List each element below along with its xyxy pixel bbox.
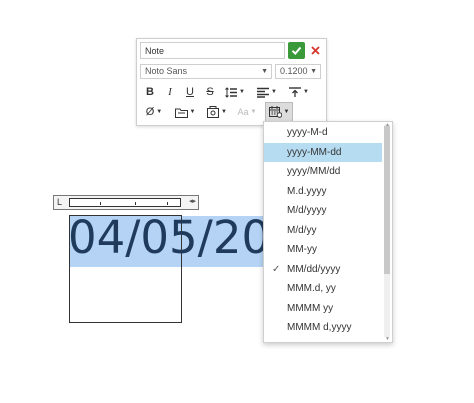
font-family-select[interactable]: Noto Sans ▼ — [140, 64, 272, 79]
date-format-button[interactable]: ▼ — [265, 102, 293, 122]
folder-icon — [174, 108, 188, 118]
strikethrough-button[interactable]: S — [203, 84, 217, 100]
confirm-button[interactable] — [288, 42, 305, 59]
underline-icon: U — [186, 86, 194, 98]
date-format-option[interactable]: M.d.yyyy — [264, 182, 382, 201]
italic-icon: I — [168, 86, 172, 98]
chevron-down-icon: ▼ — [189, 109, 196, 115]
date-format-option[interactable]: yyyy-M-d — [264, 123, 382, 142]
date-format-option[interactable]: yyyy-MM-dd — [264, 142, 382, 162]
chevron-down-icon: ▼ — [239, 89, 245, 95]
font-size-value: 0.1200 — [280, 66, 308, 76]
ruler-tick — [167, 202, 168, 205]
ruler-tick — [135, 202, 136, 205]
tab-stop-selector[interactable]: L — [57, 198, 67, 207]
date-format-option-label: MM/dd/yyyy — [287, 263, 341, 275]
no-fill-button[interactable]: Ø ▼ — [143, 104, 165, 120]
date-format-option-label: MMM.d, yy — [287, 283, 336, 294]
date-format-option-label: yyyy-MM-dd — [287, 146, 342, 158]
date-format-option[interactable]: ✓ MM/dd/yyyy — [264, 260, 382, 279]
date-format-option-label: yyyy-M-d — [287, 127, 328, 138]
text-edit-toolbar: Note Noto Sans ▼ 0.1200 ▼ B I U S ▼ ▼ ▼ … — [136, 38, 327, 126]
chevron-down-icon: ▼ — [310, 68, 317, 75]
date-format-option[interactable]: MMMM d,yyyy — [264, 318, 382, 337]
date-format-dropdown[interactable]: yyyy-M-d yyyy-MM-dd yyyy/MM/dd M.d.yyyy M/d/… — [263, 121, 393, 343]
calendar-icon — [268, 106, 282, 118]
chevron-down-icon: ▼ — [250, 109, 257, 115]
ruler-scroll-arrows[interactable]: ◂▸ — [189, 197, 196, 205]
date-format-option[interactable]: yyyy/MM/dd — [264, 162, 382, 181]
align-left-icon — [257, 87, 270, 98]
attribute-icon — [207, 106, 220, 118]
date-format-option[interactable]: M/d/yyyy — [264, 201, 382, 220]
scroll-down-icon[interactable]: ▼ — [385, 336, 390, 342]
date-format-option[interactable]: MMM.d, yy — [264, 279, 382, 298]
no-fill-icon: Ø — [145, 106, 155, 118]
scrollbar-thumb[interactable] — [384, 126, 390, 274]
chevron-down-icon: ▼ — [271, 89, 277, 95]
note-name-field[interactable]: Note — [140, 42, 285, 59]
date-format-option-label: MMMM d,yyyy — [287, 322, 352, 333]
bold-button[interactable]: B — [143, 84, 157, 100]
scroll-up-icon[interactable]: ▲ — [385, 122, 390, 128]
date-field-text[interactable]: 04/05/2019 — [68, 210, 268, 270]
chevron-down-icon: ▼ — [221, 109, 227, 115]
checkmark-icon — [291, 46, 302, 55]
chevron-down-icon: ▼ — [261, 68, 268, 75]
strikethrough-icon: S — [206, 86, 214, 98]
date-format-option-label: M/d/yy — [287, 224, 317, 236]
chevron-down-icon: ▼ — [156, 109, 163, 115]
ruler-track[interactable] — [69, 198, 181, 207]
bold-icon: B — [146, 86, 154, 98]
insert-field-button[interactable]: ▼ — [173, 104, 197, 120]
underline-button[interactable]: U — [183, 84, 197, 100]
text-ruler[interactable]: L ◂▸ — [53, 195, 199, 210]
italic-button[interactable]: I — [163, 84, 177, 100]
date-format-option-label: yyyy/MM/dd — [287, 166, 341, 177]
date-format-option-label: MM-yy — [287, 244, 317, 255]
align-button[interactable]: ▼ — [255, 84, 279, 100]
ruler-tick — [100, 202, 101, 205]
close-icon — [310, 46, 320, 55]
date-format-option-label: MMMM yy — [287, 302, 334, 314]
font-family-value: Noto Sans — [145, 66, 188, 76]
text-style-button[interactable]: Aa ▼ — [235, 104, 259, 120]
cancel-button[interactable] — [308, 42, 322, 59]
vertical-align-button[interactable]: ▼ — [287, 84, 311, 100]
align-top-icon — [289, 86, 302, 97]
line-spacing-icon — [225, 86, 238, 98]
date-format-option[interactable]: MM-yy — [264, 240, 382, 259]
date-format-option-label: M.d.yyyy — [287, 185, 327, 197]
checkmark-icon: ✓ — [272, 263, 281, 275]
font-size-select[interactable]: 0.1200 ▼ — [275, 64, 321, 79]
date-format-option[interactable]: MMMM yy — [264, 299, 382, 318]
date-format-option[interactable]: M/d/yy — [264, 221, 382, 240]
chevron-down-icon: ▼ — [283, 109, 290, 115]
date-format-option-label: M/d/yyyy — [287, 205, 327, 216]
text-style-icon: Aa — [237, 107, 249, 117]
line-spacing-button[interactable]: ▼ — [223, 84, 247, 100]
attribute-button[interactable]: ▼ — [205, 104, 229, 120]
chevron-down-icon: ▼ — [303, 89, 309, 95]
